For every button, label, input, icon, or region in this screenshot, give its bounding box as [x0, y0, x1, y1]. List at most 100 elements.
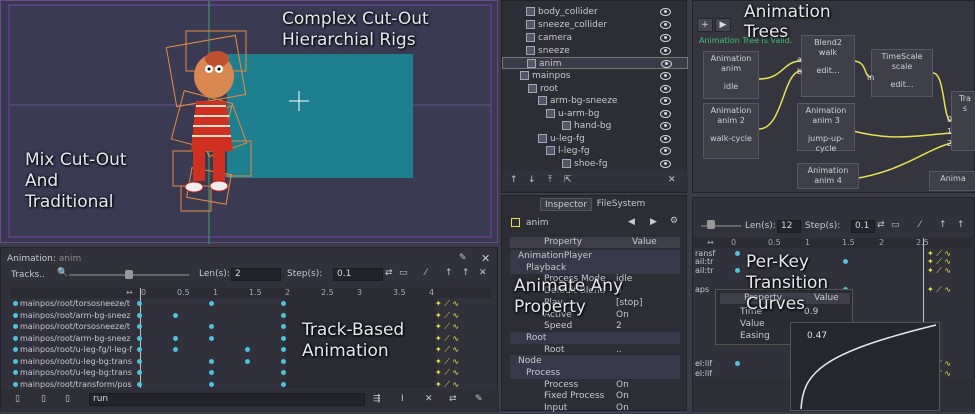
tree-node-value[interactable]: edit... — [802, 66, 854, 76]
tree-item[interactable]: arm-bg-sneeze — [502, 95, 688, 107]
play-icon[interactable]: ⇶ — [373, 394, 381, 404]
open-anim-icon[interactable]: ▯ — [41, 394, 46, 404]
zoom-slider-grabber[interactable] — [125, 270, 133, 279]
keyframe[interactable] — [173, 335, 178, 341]
track-options-icon[interactable]: ✦ ⟋ ∿ — [435, 379, 459, 391]
keyframe[interactable] — [281, 301, 286, 306]
keyframe[interactable] — [843, 259, 848, 264]
tree-node-value[interactable]: edit... — [872, 80, 932, 90]
track-options-icon[interactable]: ✦ ⟋ ∿ — [435, 367, 459, 379]
timeline-ruler-2[interactable]: ↔ 00.511.522.5 — [693, 238, 975, 248]
keyframe[interactable] — [137, 324, 142, 329]
inspector-row-value[interactable]: On — [616, 309, 629, 321]
tree-node[interactable]: Tra s — [951, 91, 975, 151]
down-icon[interactable]: ↑ — [462, 268, 470, 278]
inspector-row-value[interactable]: 2 — [616, 320, 622, 332]
inspector-row[interactable]: Input On — [510, 402, 680, 414]
inspector-row-value[interactable]: .. — [616, 344, 622, 356]
up2-icon[interactable]: ↑ — [939, 220, 947, 230]
save-anim-icon[interactable]: ▯ — [65, 394, 70, 404]
keyframe[interactable] — [209, 381, 214, 387]
track2-row[interactable]: ail:tr ✦ ⟋ ∿ — [693, 265, 975, 275]
keyframe[interactable] — [137, 381, 142, 387]
keyframe[interactable] — [281, 347, 286, 352]
inspector-row-value[interactable]: On — [616, 402, 629, 414]
loop-icon[interactable]: ⇄ — [385, 268, 393, 278]
visibility-eye-icon[interactable] — [660, 110, 671, 118]
track-options-icon[interactable]: ✦ ⟋ ∿ — [435, 344, 459, 356]
loop2-icon[interactable]: ⇄ — [877, 220, 885, 230]
tree-dup-icon[interactable]: ⤒ — [548, 175, 552, 185]
keyframe[interactable] — [137, 347, 142, 352]
track-row[interactable]: mainpos/root/u-leg-bg:trans ✦ ⟋ ∿ — [11, 367, 491, 378]
keyframe[interactable] — [281, 370, 286, 375]
inspector-settings-icon[interactable]: ⚙ — [670, 216, 678, 226]
tree-node[interactable]: TimeScale scale edit... — [871, 49, 933, 97]
tree-down-icon[interactable]: ↓ — [528, 175, 536, 185]
remove-icon[interactable]: ✕ — [479, 268, 487, 278]
track2-options-icon[interactable]: ✦ ⟋ ∿ — [927, 284, 951, 296]
visibility-eye-icon[interactable] — [660, 47, 671, 55]
inspector-forward-icon[interactable]: ▶ — [650, 217, 657, 227]
up-icon[interactable]: ↑ — [445, 268, 453, 278]
tree-item[interactable]: anim — [502, 57, 688, 69]
key-popup-row-value[interactable]: 0.9 — [804, 306, 818, 318]
keyframe[interactable] — [281, 335, 286, 341]
tree-node[interactable]: Animation anim 4 — [797, 163, 859, 189]
visibility-eye-icon[interactable] — [660, 97, 671, 105]
inspector-row[interactable]: Speed 2 — [510, 320, 680, 332]
keyframe[interactable] — [137, 358, 142, 364]
toggle-icon[interactable]: ▭ — [399, 268, 408, 278]
tree-item[interactable]: shoe-fg — [502, 158, 688, 170]
track-row[interactable]: mainpos/root/transform/pos ✦ ⟋ ∿ — [11, 379, 491, 390]
keyframe[interactable] — [735, 268, 740, 273]
tab-inspector[interactable]: Inspector — [540, 198, 592, 211]
visibility-eye-icon[interactable] — [660, 85, 671, 93]
tree-item[interactable]: sneeze_collider — [502, 19, 688, 31]
inspector-back-icon[interactable]: ◀ — [628, 217, 635, 227]
inspector-row[interactable]: Fixed Process On — [510, 390, 680, 402]
tree-item[interactable]: mainpos — [502, 70, 688, 82]
keyframe[interactable] — [245, 358, 250, 364]
close-icon[interactable]: ✕ — [481, 252, 490, 265]
track-row[interactable]: mainpos/root/arm-bg-sneez ✦ ⟋ ∿ — [11, 333, 491, 344]
tracks-menu[interactable]: Tracks.. — [11, 269, 45, 281]
viewport-2d[interactable]: Complex Cut-Out Hierarchial Rigs Mix Cut… — [0, 0, 498, 244]
timeline-ruler[interactable]: ↔ 0 0.5 1 1.5 2 2.5 3 3.5 4 — [11, 288, 491, 298]
track-options-icon[interactable]: ✦ ⟋ ∿ — [435, 356, 459, 368]
visibility-eye-icon[interactable] — [660, 135, 671, 143]
keyframe[interactable] — [173, 312, 178, 318]
tree-item[interactable]: u-arm-bg — [502, 108, 688, 120]
inspector-row-value[interactable]: On — [616, 379, 629, 391]
easing-curve-editor[interactable]: 0.47 — [790, 322, 940, 411]
tree-node[interactable]: Animation anim idle — [703, 51, 759, 99]
visibility-eye-icon[interactable] — [660, 160, 671, 168]
tree-up-icon[interactable]: ↑ — [510, 175, 518, 185]
tree-item[interactable]: l-leg-fg — [502, 145, 688, 157]
tree-node[interactable]: Blend2 walk edit... — [801, 35, 855, 97]
visibility-eye-icon[interactable] — [660, 21, 671, 29]
toggle2-icon[interactable]: ▭ — [891, 220, 900, 230]
track-row[interactable]: mainpos/root/u-leg-fg/l-leg-f ✦ ⟋ ∿ — [11, 344, 491, 355]
keyframe[interactable] — [281, 324, 286, 329]
tree-remove-icon[interactable]: ✕ — [668, 175, 676, 185]
edit2-icon[interactable]: ⁄ — [919, 220, 921, 230]
track-row[interactable]: mainpos/root/u-leg-bg:trans ✦ ⟋ ∿ — [11, 356, 491, 367]
keyframe[interactable] — [137, 335, 142, 341]
keyframe[interactable] — [209, 324, 214, 329]
visibility-eye-icon[interactable] — [660, 34, 671, 42]
tree-item[interactable]: u-leg-fg — [502, 133, 688, 145]
text-icon[interactable]: I — [401, 394, 404, 404]
keyframe[interactable] — [173, 347, 178, 352]
keyframe[interactable] — [137, 301, 142, 306]
track-options-icon[interactable]: ✦ ⟋ ∿ — [435, 298, 459, 310]
new-anim-icon[interactable]: ▯ — [15, 394, 20, 404]
tree-item[interactable]: root — [502, 83, 688, 95]
visibility-eye-icon[interactable] — [661, 60, 672, 68]
track-row[interactable]: mainpos/root/arm-bg-sneez ✦ ⟋ ∿ — [11, 310, 491, 321]
step-field[interactable]: 0.1 — [333, 268, 383, 281]
inspector-row[interactable]: Process On — [510, 379, 680, 391]
inspector-row[interactable]: Root.. — [510, 344, 680, 356]
track-options-icon[interactable]: ✦ ⟋ ∿ — [435, 321, 459, 333]
keyframe[interactable] — [137, 312, 142, 318]
